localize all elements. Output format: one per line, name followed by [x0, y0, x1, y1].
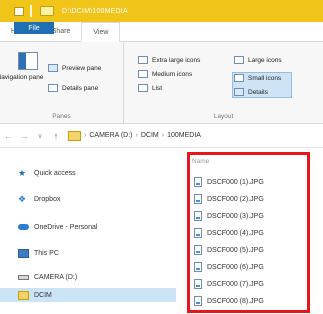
small-icons-label: Small icons: [248, 74, 282, 82]
drive-icon: [18, 274, 29, 280]
nav-item-label: CAMERA (D:): [34, 273, 78, 281]
details-label: Details: [248, 88, 268, 96]
details-option[interactable]: Details: [234, 88, 268, 96]
large-icons-icon: [234, 56, 244, 64]
breadcrumb-dcim[interactable]: DCIM: [141, 132, 159, 139]
extra-large-icons-icon: [138, 56, 148, 64]
nav-item-dcim[interactable]: DCIM: [0, 288, 176, 302]
address-folder-icon: [68, 130, 81, 141]
forward-arrow-icon[interactable]: →: [16, 131, 32, 141]
breadcrumb-camera-drive[interactable]: CAMERA (D:): [89, 132, 132, 139]
layout-group: Extra large icons Large icons Medium ico…: [124, 42, 323, 124]
large-icons-label: Large icons: [248, 56, 282, 64]
up-arrow-icon[interactable]: ↑: [48, 131, 64, 141]
list-icon: [138, 84, 148, 92]
breadcrumb-separator-icon[interactable]: ›: [136, 132, 138, 139]
navigation-pane: ★ Quick access ❖ Dropbox OneDrive - Pers…: [0, 148, 180, 314]
details-pane-label: Details pane: [62, 84, 99, 92]
layout-group-label: Layout: [213, 113, 234, 120]
preview-pane-button[interactable]: Preview pane: [48, 64, 101, 72]
folder-icon[interactable]: [40, 6, 54, 16]
navigation-pane-button[interactable]: Navigation pane: [0, 73, 44, 82]
navigation-pane-icon[interactable]: [18, 52, 38, 70]
ribbon: Navigation pane Preview pane Details pan…: [0, 42, 323, 124]
breadcrumb-100media[interactable]: 100MEDIA: [167, 132, 201, 139]
panes-group: Navigation pane Preview pane Details pan…: [0, 42, 124, 124]
breadcrumb-separator-icon[interactable]: ›: [84, 132, 86, 139]
details-icon: [234, 88, 244, 96]
small-icons-icon: [234, 74, 244, 82]
medium-icons-option[interactable]: Medium icons: [138, 70, 192, 78]
back-arrow-icon[interactable]: ←: [0, 131, 16, 141]
folder-icon: [18, 290, 29, 300]
tab-view[interactable]: View: [81, 22, 121, 42]
details-pane-icon: [48, 84, 58, 92]
nav-item-quick-access[interactable]: ★ Quick access: [18, 166, 76, 180]
extra-large-icons-option[interactable]: Extra large icons: [138, 56, 200, 64]
nav-item-dropbox[interactable]: ❖ Dropbox: [18, 192, 60, 206]
list-option[interactable]: List: [138, 84, 162, 92]
details-pane-button[interactable]: Details pane: [48, 84, 98, 92]
ribbon-tabs: File Home Share View: [0, 22, 323, 42]
address-bar[interactable]: ← → ∨ ↑ › CAMERA (D:) › DCIM › 100MEDIA: [0, 124, 323, 148]
tab-file[interactable]: File: [14, 22, 54, 34]
nav-item-label: DCIM: [34, 291, 52, 299]
recent-locations-chevron-icon[interactable]: ∨: [32, 132, 48, 140]
panes-group-label: Panes: [52, 113, 71, 120]
star-icon: ★: [18, 167, 27, 178]
app-icon[interactable]: [14, 6, 24, 16]
window-title: D:\DCIM\100MEDIA: [62, 7, 128, 15]
nav-item-label: OneDrive - Personal: [34, 223, 98, 231]
list-label: List: [152, 84, 163, 92]
cloud-icon: [18, 224, 29, 230]
highlight-box: [187, 152, 310, 313]
extra-large-icons-label: Extra large icons: [152, 56, 201, 64]
preview-pane-label: Preview pane: [62, 64, 102, 72]
title-bar: D:\DCIM\100MEDIA: [0, 0, 323, 22]
preview-pane-icon: [48, 64, 58, 72]
quick-access-separator: [30, 5, 32, 17]
large-icons-option[interactable]: Large icons: [234, 56, 282, 64]
nav-item-onedrive[interactable]: OneDrive - Personal: [18, 220, 97, 234]
medium-icons-label: Medium icons: [152, 70, 193, 78]
nav-item-this-pc[interactable]: This PC: [18, 246, 59, 260]
small-icons-option[interactable]: Small icons: [234, 74, 281, 82]
computer-icon: [18, 248, 29, 258]
breadcrumb-separator-icon[interactable]: ›: [162, 132, 164, 139]
dropbox-icon: ❖: [18, 193, 27, 204]
nav-item-camera-drive[interactable]: CAMERA (D:): [18, 270, 77, 284]
medium-icons-icon: [138, 70, 148, 78]
nav-item-label: Dropbox: [34, 195, 61, 203]
nav-item-label: Quick access: [34, 169, 76, 177]
nav-item-label: This PC: [34, 249, 59, 257]
